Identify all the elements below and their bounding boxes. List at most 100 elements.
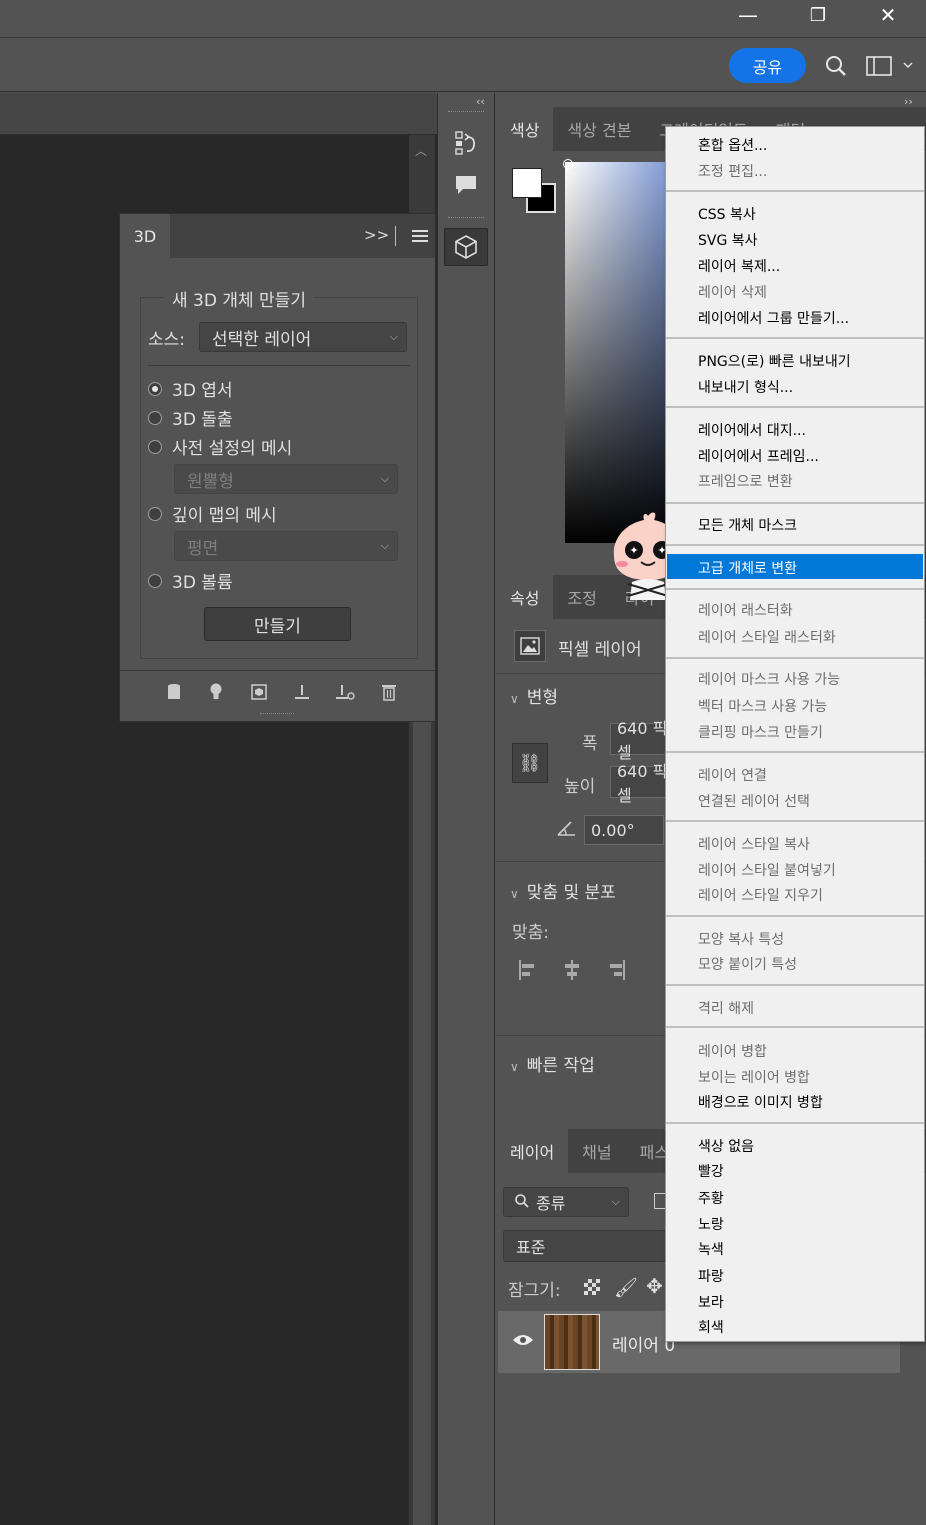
menu-item-mask-all-objects[interactable]: 모든 개체 마스크 (698, 515, 797, 535)
tab-channels[interactable]: 채널 (568, 1129, 625, 1173)
menu-item-export-as[interactable]: 내보내기 형식... (698, 377, 793, 397)
radio[interactable] (148, 410, 162, 425)
menu-item-group-from-layers[interactable]: 레이어에서 그룹 만들기... (698, 308, 849, 328)
tab-layers[interactable]: 레이어 (496, 1129, 569, 1173)
option-depth-mesh[interactable]: 깊이 맵의 메시 (148, 501, 277, 526)
menu-item-rasterize-layer-style[interactable]: 레이어 스타일 래스터화 (698, 627, 836, 647)
menu-item-create-clipping-mask[interactable]: 클리핑 마스크 만들기 (698, 722, 823, 742)
lock-position-icon[interactable]: ✥ (646, 1274, 663, 1298)
layer-context-menu: 혼합 옵션... 조정 편집... CSS 복사 SVG 복사 레이어 복제..… (665, 126, 925, 1342)
menu-item-blending-options[interactable]: 혼합 옵션... (698, 135, 767, 155)
align-center-icon[interactable] (562, 959, 582, 981)
menu-item-color-none[interactable]: 색상 없음 (698, 1136, 754, 1156)
menu-item-frame-from-layers[interactable]: 레이어에서 프레임... (698, 446, 819, 466)
menu-item-clear-layer-style[interactable]: 레이어 스타일 지우기 (698, 885, 823, 905)
menu-item-copy-svg[interactable]: SVG 복사 (698, 230, 758, 250)
grip-icon[interactable] (448, 111, 484, 115)
radio[interactable] (148, 381, 162, 396)
option-3d-extrusion[interactable]: 3D 돌출 (148, 405, 233, 430)
angle-input[interactable]: 0.00° (584, 815, 664, 845)
menu-item-enable-vector-mask[interactable]: 벡터 마스크 사용 가능 (698, 696, 827, 716)
foreground-color-swatch[interactable] (512, 168, 542, 198)
grip-icon[interactable] (448, 217, 484, 221)
menu-item-convert-to-frame[interactable]: 프레임으로 변환 (698, 471, 793, 491)
scroll-up-icon[interactable]: ︿ (415, 142, 427, 159)
3d-panel-button[interactable] (444, 228, 488, 266)
ground-icon[interactable] (290, 680, 314, 704)
scene-icon[interactable] (162, 680, 186, 704)
layer-filter-select[interactable]: 종류 ⌵ (503, 1187, 629, 1217)
menu-item-delete-layer[interactable]: 레이어 삭제 (698, 282, 767, 302)
menu-item-flatten-image[interactable]: 배경으로 이미지 병합 (698, 1092, 823, 1112)
panel-menu-icon[interactable] (412, 230, 428, 242)
close-button[interactable]: ✕ (858, 0, 918, 30)
menu-item-convert-to-smart-object[interactable]: 고급 개체로 변환 (698, 558, 797, 578)
menu-item-quick-export-png[interactable]: PNG으(로) 빠른 내보내기 (698, 351, 851, 371)
mesh-icon[interactable] (247, 680, 271, 704)
blend-mode-select[interactable]: 표준 (503, 1230, 683, 1262)
canvas-scroll-thumb[interactable] (413, 720, 431, 1525)
menu-item-color-red[interactable]: 빨강 (698, 1161, 724, 1181)
radio[interactable] (148, 506, 162, 521)
lock-pixels-icon[interactable]: 🖌 (614, 1276, 638, 1299)
resize-grip[interactable] (260, 713, 294, 717)
menu-item-copy-layer-style[interactable]: 레이어 스타일 복사 (698, 834, 810, 854)
tab-properties[interactable]: 속성 (496, 575, 554, 619)
option-3d-postcard[interactable]: 3D 엽서 (148, 376, 233, 401)
menu-item-merge-visible[interactable]: 보이는 레이어 병합 (698, 1067, 810, 1087)
menu-item-release-isolation[interactable]: 격리 해제 (698, 998, 754, 1018)
align-left-icon[interactable] (518, 959, 538, 981)
comments-panel-button[interactable] (443, 165, 489, 205)
menu-item-link-layers[interactable]: 레이어 연결 (698, 765, 767, 785)
menu-item-rasterize-layer[interactable]: 레이어 래스터화 (698, 600, 793, 620)
option-preset-mesh[interactable]: 사전 설정의 메시 (148, 434, 292, 459)
history-panel-button[interactable] (443, 123, 489, 163)
search-icon[interactable] (822, 52, 850, 80)
menu-item-artboard-from-layers[interactable]: 레이어에서 대지... (698, 420, 806, 440)
expand-panel-icon[interactable]: >> (364, 226, 389, 244)
color-field[interactable] (565, 162, 675, 543)
create-button[interactable]: 만들기 (204, 607, 351, 641)
restore-button[interactable]: ❐ (788, 0, 848, 30)
tab-adjustments[interactable]: 조정 (553, 575, 610, 619)
eye-icon[interactable] (512, 1333, 534, 1347)
menu-item-edit-adjustment[interactable]: 조정 편집... (698, 161, 767, 181)
add-object-icon[interactable] (333, 680, 357, 704)
menu-item-paste-shape-attributes[interactable]: 모양 붙이기 특성 (698, 954, 797, 974)
menu-item-merge-layers[interactable]: 레이어 병합 (698, 1041, 767, 1061)
option-3d-volume[interactable]: 3D 볼륨 (148, 568, 233, 593)
light-bulb-icon[interactable] (204, 680, 228, 704)
width-input[interactable]: 640 픽셀 (610, 719, 670, 762)
source-select[interactable]: 선택한 레이어 ⌵ (199, 322, 407, 352)
menu-item-enable-layer-mask[interactable]: 레이어 마스크 사용 가능 (698, 669, 840, 689)
transform-section-header[interactable]: ∨ 변형 (510, 683, 558, 708)
menu-item-color-gray[interactable]: 회색 (698, 1317, 724, 1337)
menu-item-duplicate-layer[interactable]: 레이어 복제... (698, 256, 780, 276)
radio[interactable] (148, 573, 162, 588)
menu-item-color-orange[interactable]: 주황 (698, 1188, 724, 1208)
color-picker-handle[interactable] (563, 159, 573, 169)
menu-item-color-blue[interactable]: 파랑 (698, 1266, 724, 1286)
align-section-header[interactable]: ∨ 맞춤 및 분포 (510, 878, 616, 903)
radio[interactable] (148, 439, 162, 454)
menu-item-color-green[interactable]: 녹색 (698, 1239, 724, 1259)
minimize-button[interactable]: — (718, 0, 778, 30)
menu-item-select-linked-layers[interactable]: 연결된 레이어 선택 (698, 791, 810, 811)
menu-item-color-violet[interactable]: 보라 (698, 1292, 724, 1312)
quick-actions-header[interactable]: ∨ 빠른 작업 (510, 1051, 595, 1076)
workspace-switcher[interactable] (864, 53, 914, 79)
tab-3d[interactable]: 3D (120, 214, 170, 258)
lock-transparency-icon[interactable] (584, 1279, 600, 1295)
tab-swatches[interactable]: 색상 견본 (553, 107, 645, 151)
menu-item-copy-css[interactable]: CSS 복사 (698, 204, 756, 224)
trash-icon[interactable] (377, 680, 401, 704)
share-button[interactable]: 공유 (729, 48, 806, 83)
tab-color[interactable]: 색상 (496, 107, 554, 151)
collapse-left-icon[interactable]: ‹‹ (476, 95, 485, 108)
align-right-icon[interactable] (606, 959, 626, 981)
link-proportions-button[interactable]: ⛓ (512, 743, 548, 783)
menu-item-copy-shape-attributes[interactable]: 모양 복사 특성 (698, 929, 784, 949)
menu-item-color-yellow[interactable]: 노랑 (698, 1214, 724, 1234)
menu-item-paste-layer-style[interactable]: 레이어 스타일 붙여넣기 (698, 860, 836, 880)
height-input[interactable]: 640 픽셀 (610, 762, 670, 805)
